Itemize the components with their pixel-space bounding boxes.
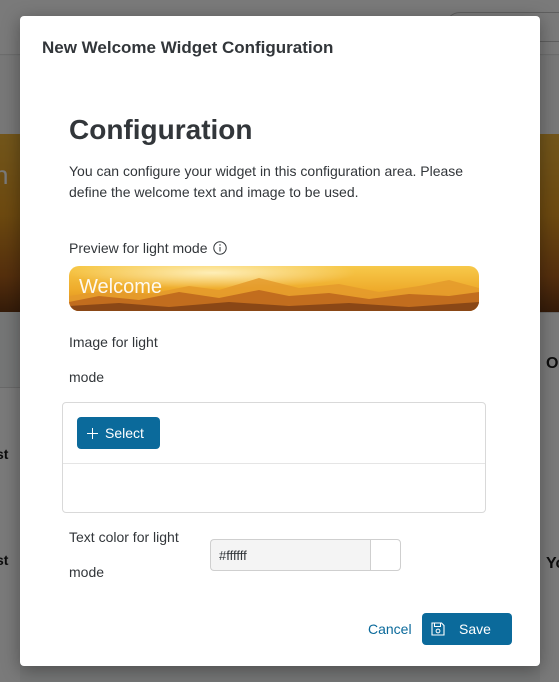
- preview-label-row: Preview for light mode: [69, 240, 227, 256]
- widget-configuration-dialog: New Welcome Widget Configuration Configu…: [20, 16, 540, 666]
- cancel-button[interactable]: Cancel: [368, 621, 412, 637]
- info-icon[interactable]: [212, 241, 227, 255]
- text-color-label-line: Text color for light: [69, 529, 179, 545]
- save-button-label: Save: [459, 621, 491, 637]
- select-image-button[interactable]: Select: [77, 417, 160, 449]
- image-field-label-line: Image for light: [69, 334, 158, 350]
- upload-toolbar: Select: [63, 403, 485, 464]
- color-picker-swatch[interactable]: [370, 539, 401, 571]
- image-field-label: Image for light mode: [69, 325, 179, 395]
- text-color-field-label: Text color for light mode: [69, 520, 199, 590]
- image-upload-area: Select: [62, 402, 486, 513]
- save-icon: [431, 622, 445, 636]
- image-field-label-line: mode: [69, 369, 105, 385]
- select-button-label: Select: [105, 425, 144, 441]
- text-color-label-line: mode: [69, 564, 105, 580]
- text-color-input[interactable]: [210, 539, 371, 571]
- configuration-description: You can configure your widget in this co…: [69, 163, 464, 200]
- preview-label: Preview for light mode: [69, 240, 208, 256]
- preview-welcome-text: Welcome: [79, 276, 162, 298]
- plus-icon: [87, 427, 98, 439]
- configuration-heading: Configuration: [69, 114, 253, 145]
- save-button[interactable]: Save: [422, 613, 512, 645]
- dialog-title: New Welcome Widget Configuration: [42, 38, 334, 57]
- welcome-preview-banner: Welcome: [69, 266, 479, 311]
